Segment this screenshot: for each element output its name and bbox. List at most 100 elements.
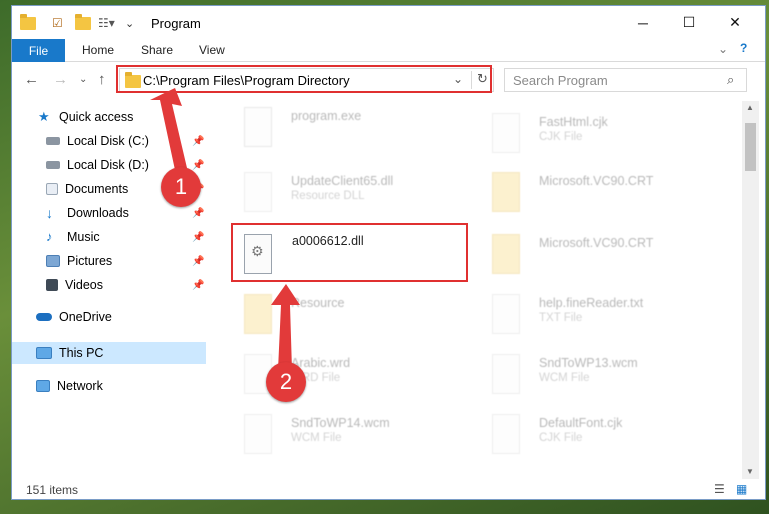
sidebar-item-label: Local Disk (C:) [67,134,149,148]
folder-icon [492,172,520,212]
list-item[interactable]: Microsoft.VC90.CRT [482,228,712,284]
list-item[interactable]: SndToWP13.wcm WCM File [482,348,712,404]
sidebar-item-onedrive[interactable]: OneDrive [12,306,206,328]
file-type: Resource DLL [291,190,365,202]
tab-share[interactable]: Share [141,43,173,57]
sidebar-item-music[interactable]: ♪ Music 📌 [12,226,206,248]
pin-icon[interactable]: 📌 [192,232,204,243]
list-item[interactable]: FastHtml.cjk CJK File [482,107,712,163]
file-type: WCM File [291,432,342,444]
sidebar-item-pictures[interactable]: Pictures 📌 [12,250,206,272]
drive-icon [46,161,60,169]
file-type: WCM File [539,372,590,384]
details-view-icon[interactable]: ☰ [714,482,725,496]
computer-icon [36,347,52,359]
expand-ribbon-icon[interactable]: ⌄ [718,42,728,56]
up-arrow-icon[interactable]: ↑ [98,71,106,88]
file-icon [492,414,520,454]
back-arrow-icon[interactable]: ← [24,71,39,88]
sidebar-item-this-pc[interactable]: This PC [12,342,206,364]
close-button[interactable]: ✕ [712,6,758,39]
maximize-button[interactable]: ☐ [666,6,712,39]
file-name: SndToWP13.wcm [539,356,638,370]
recent-locations-icon[interactable]: ⌄ [79,74,87,85]
list-item[interactable]: Resource [234,288,464,344]
file-icon [492,354,520,394]
window-title: Program [151,16,201,31]
sidebar-item-label: Videos [65,278,103,292]
pin-icon[interactable]: 📌 [192,160,204,171]
tab-view[interactable]: View [199,43,225,57]
drive-icon [46,137,60,145]
sidebar-item-label: Music [67,230,100,244]
pin-icon[interactable]: 📌 [192,280,204,291]
pin-icon[interactable]: 📌 [192,208,204,219]
large-icons-view-icon[interactable]: ▦ [736,482,747,496]
list-item[interactable]: Microsoft.VC90.CRT [482,166,712,222]
minimize-button[interactable]: ─ [620,6,666,39]
tab-file[interactable]: File [12,39,65,62]
folder-icon [492,234,520,274]
step-2-badge: 2 [266,362,306,402]
sidebar-item-label: Downloads [67,206,129,220]
pin-icon[interactable]: 📌 [192,136,204,147]
view-icon[interactable]: ☷▾ [98,14,115,32]
star-icon: ★ [38,109,50,124]
dll-file-icon [244,172,272,212]
file-icon [492,113,520,153]
download-icon: ↓ [46,205,53,221]
file-highlight [231,223,468,282]
list-item[interactable]: help.fineReader.txt TXT File [482,288,712,344]
sidebar-item-videos[interactable]: Videos 📌 [12,274,206,296]
help-icon[interactable]: ? [740,41,747,55]
scroll-down-icon[interactable]: ▼ [746,467,754,476]
file-name: help.fineReader.txt [539,296,644,310]
file-name: Resource [291,296,345,310]
file-name: SndToWP14.wcm [291,416,390,430]
vertical-scrollbar[interactable]: ▲ ▼ [742,101,759,481]
step-1-badge: 1 [161,167,201,207]
music-icon: ♪ [46,229,53,244]
pin-icon[interactable]: 📌 [192,256,204,267]
title-bar: ☑ ☷▾ ⌄ Program ─ ☐ ✕ [12,6,765,39]
properties-icon[interactable]: ☑ [52,14,63,32]
item-count: 151 items [26,483,79,497]
search-placeholder: Search Program [513,73,608,88]
sidebar-item-quick-access[interactable]: ★ Quick access [12,106,206,128]
navigation-pane: ★ Quick access Local Disk (C:) 📌 Local D… [12,101,206,481]
file-name: DefaultFont.cjk [539,416,623,430]
tab-home[interactable]: Home [82,43,114,57]
file-name: UpdateClient65.dll [291,174,394,188]
list-item[interactable]: program.exe [234,101,464,157]
file-name: program.exe [291,109,362,123]
file-name: Microsoft.VC90.CRT [539,236,654,250]
list-item[interactable]: DefaultFont.cjk CJK File [482,408,712,464]
pictures-icon [46,255,60,267]
search-icon: ⌕ [727,72,735,87]
file-icon [492,294,520,334]
cloud-icon [36,313,52,321]
sidebar-item-label: Pictures [67,254,113,268]
sidebar-item-label: Network [57,379,103,393]
forward-arrow-icon[interactable]: → [53,71,68,88]
documents-icon [46,183,58,195]
search-input[interactable]: Search Program ⌕ [504,68,747,92]
file-name: Microsoft.VC90.CRT [539,174,654,188]
file-type: CJK File [539,131,583,143]
sidebar-item-label: Quick access [59,110,134,124]
list-item[interactable]: UpdateClient65.dll Resource DLL [234,166,464,222]
customize-toolbar-icon[interactable]: ⌄ [125,14,134,32]
sidebar-item-network[interactable]: Network [12,375,206,397]
scrollbar-thumb[interactable] [745,123,756,171]
ribbon: File Home Share View ⌄ ? [12,39,765,62]
exe-file-icon [244,107,272,147]
list-item[interactable]: SndToWP14.wcm WCM File [234,408,464,464]
new-folder-icon[interactable] [75,13,91,32]
sidebar-item-label: This PC [59,346,104,360]
scroll-up-icon[interactable]: ▲ [746,103,754,112]
file-type: TXT File [539,312,583,324]
folder-icon [20,13,36,32]
sidebar-item-local-disk-c[interactable]: Local Disk (C:) 📌 [12,130,206,152]
videos-icon [46,279,58,291]
status-bar: 151 items ☰ ▦ [12,479,765,499]
